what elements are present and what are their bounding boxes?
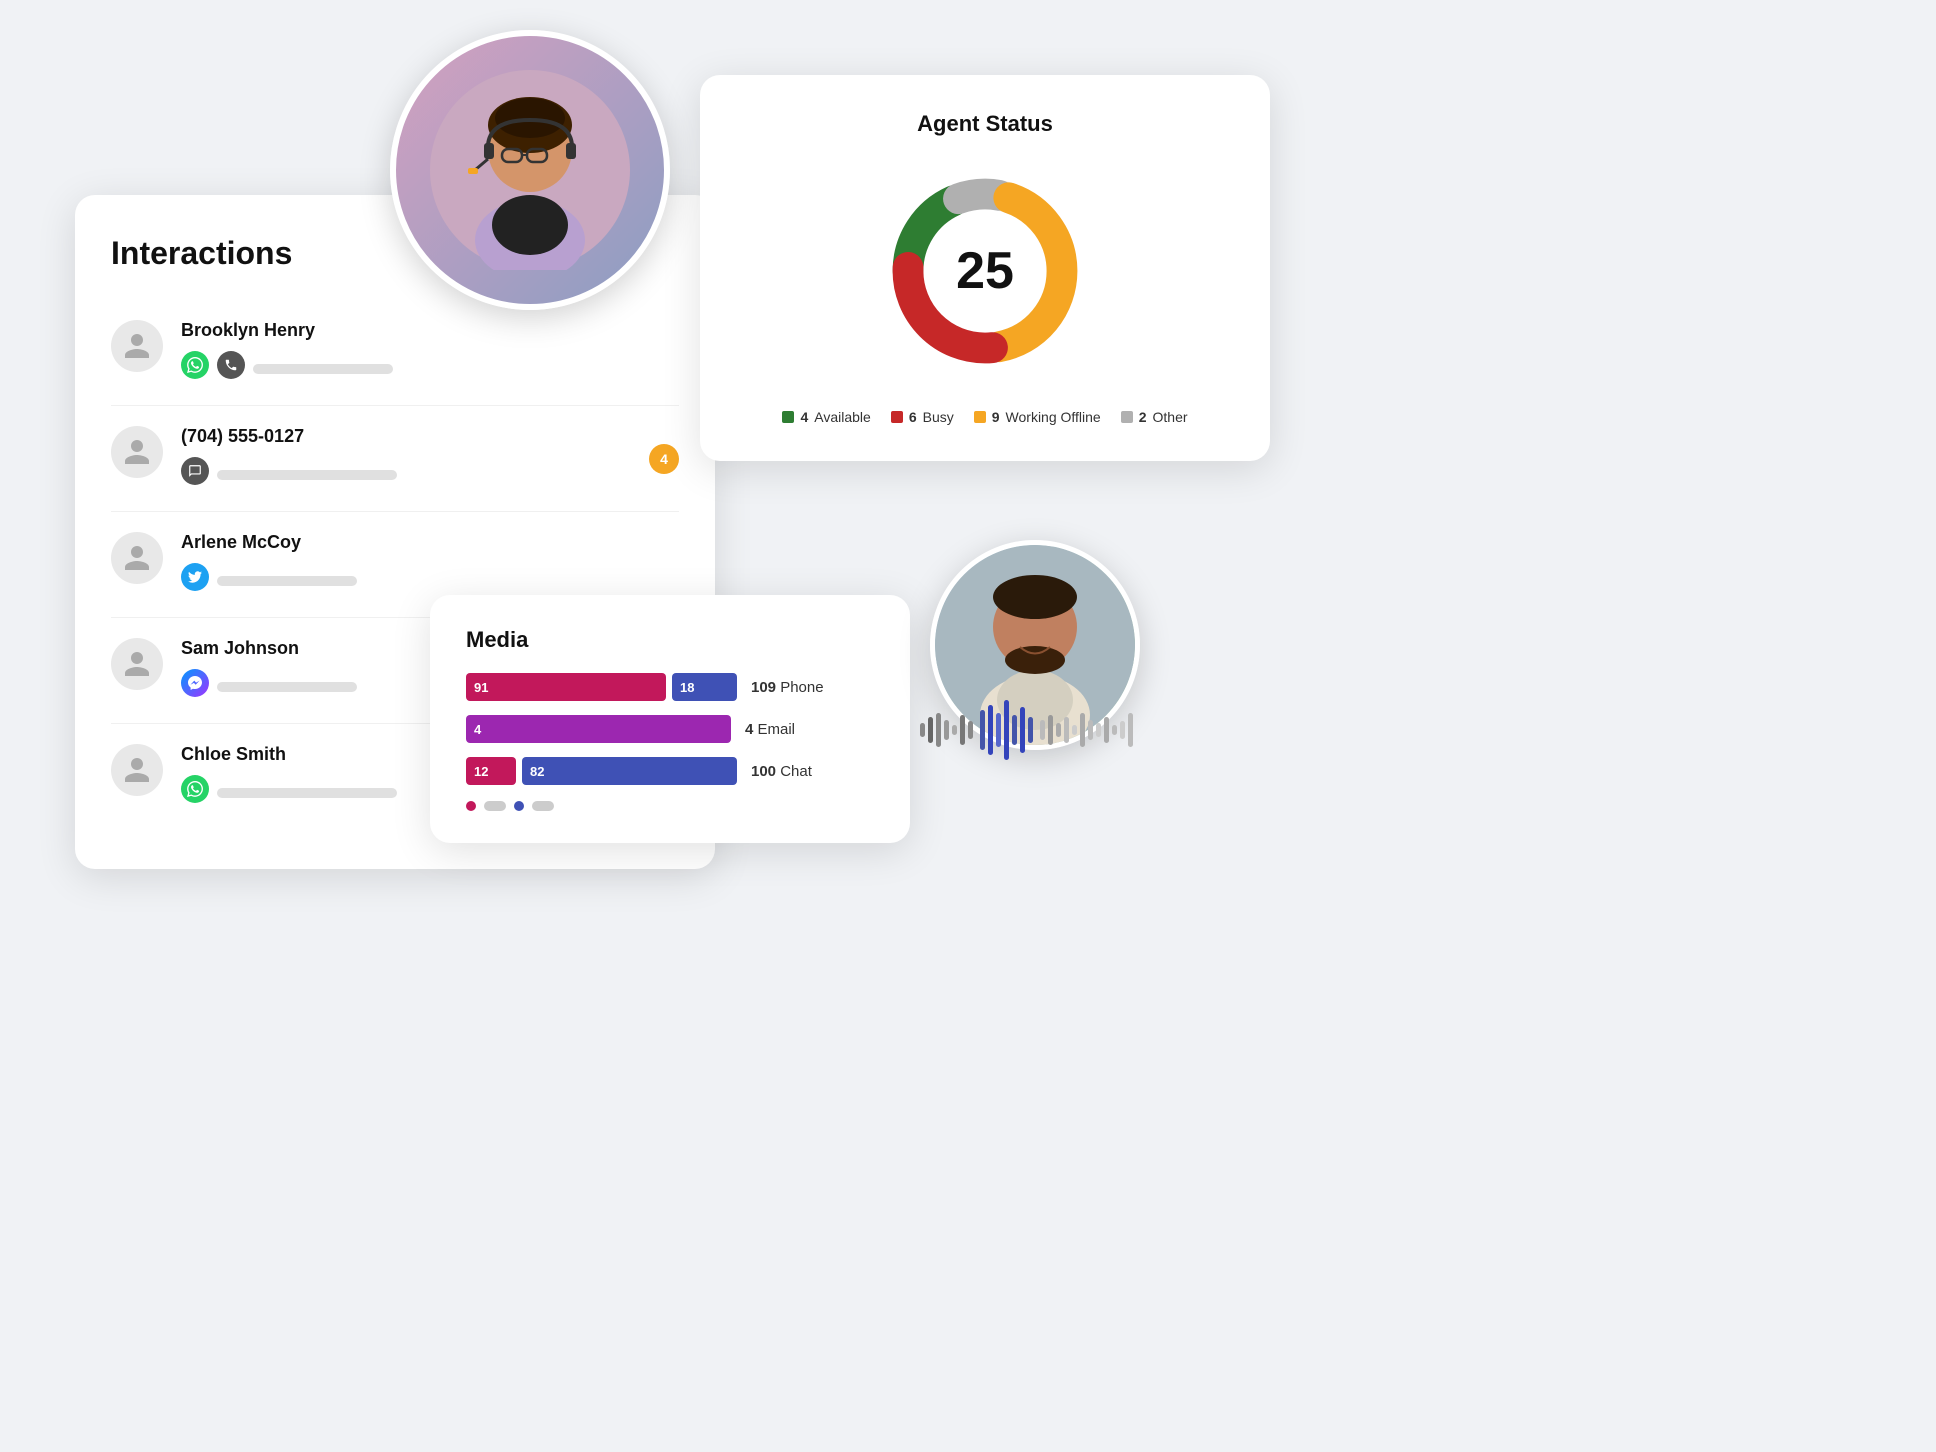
legend-count-busy: 6 xyxy=(909,409,917,425)
legend-dot-offline xyxy=(974,411,986,423)
chat-bar-pink: 12 xyxy=(466,757,516,785)
legend-item-available: 4 Available xyxy=(782,409,870,425)
placeholder-bar xyxy=(217,788,397,798)
whatsapp-icon xyxy=(181,351,209,379)
chat-icon xyxy=(181,457,209,485)
email-count: 4 xyxy=(745,721,753,738)
interaction-info: Brooklyn Henry xyxy=(181,320,679,385)
dot-1[interactable] xyxy=(466,801,476,811)
legend-dot-other xyxy=(1121,411,1133,423)
placeholder-bar xyxy=(253,364,393,374)
legend-count-offline: 9 xyxy=(992,409,1000,425)
scene: Interactions Brooklyn Henry xyxy=(0,0,1936,1452)
phone-bar-blue: 18 xyxy=(672,673,737,701)
contact-phone: (704) 555-0127 xyxy=(181,426,679,447)
agent-status-card: Agent Status xyxy=(700,75,1270,461)
legend-label-offline: Working Offline xyxy=(1006,409,1101,425)
legend-label-other: Other xyxy=(1153,409,1188,425)
interaction-info: Arlene McCoy xyxy=(181,532,679,597)
dot-2[interactable] xyxy=(484,801,506,811)
phone-count: 109 xyxy=(751,679,776,696)
media-title: Media xyxy=(466,627,874,653)
channel-icons xyxy=(181,563,679,591)
email-bar: 4 xyxy=(466,715,731,743)
avatar xyxy=(111,744,163,796)
channel-icons xyxy=(181,351,679,379)
chat-bar-blue: 82 xyxy=(522,757,737,785)
dot-3[interactable] xyxy=(514,801,524,811)
legend-label-busy: Busy xyxy=(923,409,954,425)
list-item[interactable]: (704) 555-0127 4 xyxy=(111,406,679,512)
agent-status-title: Agent Status xyxy=(740,111,1230,137)
legend-item-other: 2 Other xyxy=(1121,409,1188,425)
channel-icons xyxy=(181,457,679,485)
whatsapp-icon xyxy=(181,775,209,803)
email-label: 4 Email xyxy=(745,721,795,738)
legend-item-busy: 6 Busy xyxy=(891,409,954,425)
woman-avatar-svg xyxy=(430,70,630,270)
unread-badge: 4 xyxy=(649,444,679,474)
chat-label: 100 Chat xyxy=(751,763,812,780)
list-item[interactable]: Brooklyn Henry xyxy=(111,300,679,406)
avatar xyxy=(111,426,163,478)
waveform-svg xyxy=(920,695,1180,765)
agent-photo-woman xyxy=(390,30,670,310)
legend-label-available: Available xyxy=(814,409,871,425)
phone-label: 109 Phone xyxy=(751,679,824,696)
placeholder-bar xyxy=(217,470,397,480)
legend-count-available: 4 xyxy=(800,409,808,425)
avatar xyxy=(111,320,163,372)
interaction-info: (704) 555-0127 xyxy=(181,426,679,491)
chat-count: 100 xyxy=(751,763,776,780)
placeholder-bar xyxy=(217,682,357,692)
phone-bar-pink: 91 xyxy=(466,673,666,701)
phone-channel-icon xyxy=(217,351,245,379)
avatar xyxy=(111,638,163,690)
media-row-chat: 12 82 100 Chat xyxy=(466,757,874,785)
messenger-icon xyxy=(181,669,209,697)
contact-name: Brooklyn Henry xyxy=(181,320,679,341)
contact-name: Arlene McCoy xyxy=(181,532,679,553)
media-card: Media 91 18 109 Phone 4 4 Email 12 82 10… xyxy=(430,595,910,843)
legend-count-other: 2 xyxy=(1139,409,1147,425)
audio-waveform xyxy=(920,700,1180,760)
donut-total: 25 xyxy=(956,241,1014,301)
legend-dot-available xyxy=(782,411,794,423)
legend: 4 Available 6 Busy 9 Working Offline 2 O… xyxy=(740,409,1230,425)
avatar xyxy=(111,532,163,584)
media-row-email: 4 4 Email xyxy=(466,715,874,743)
dot-4[interactable] xyxy=(532,801,554,811)
media-row-phone: 91 18 109 Phone xyxy=(466,673,874,701)
legend-item-offline: 9 Working Offline xyxy=(974,409,1101,425)
placeholder-bar xyxy=(217,576,357,586)
pagination-dots xyxy=(466,801,874,811)
donut-chart: 25 xyxy=(875,161,1095,381)
twitter-icon xyxy=(181,563,209,591)
legend-dot-busy xyxy=(891,411,903,423)
